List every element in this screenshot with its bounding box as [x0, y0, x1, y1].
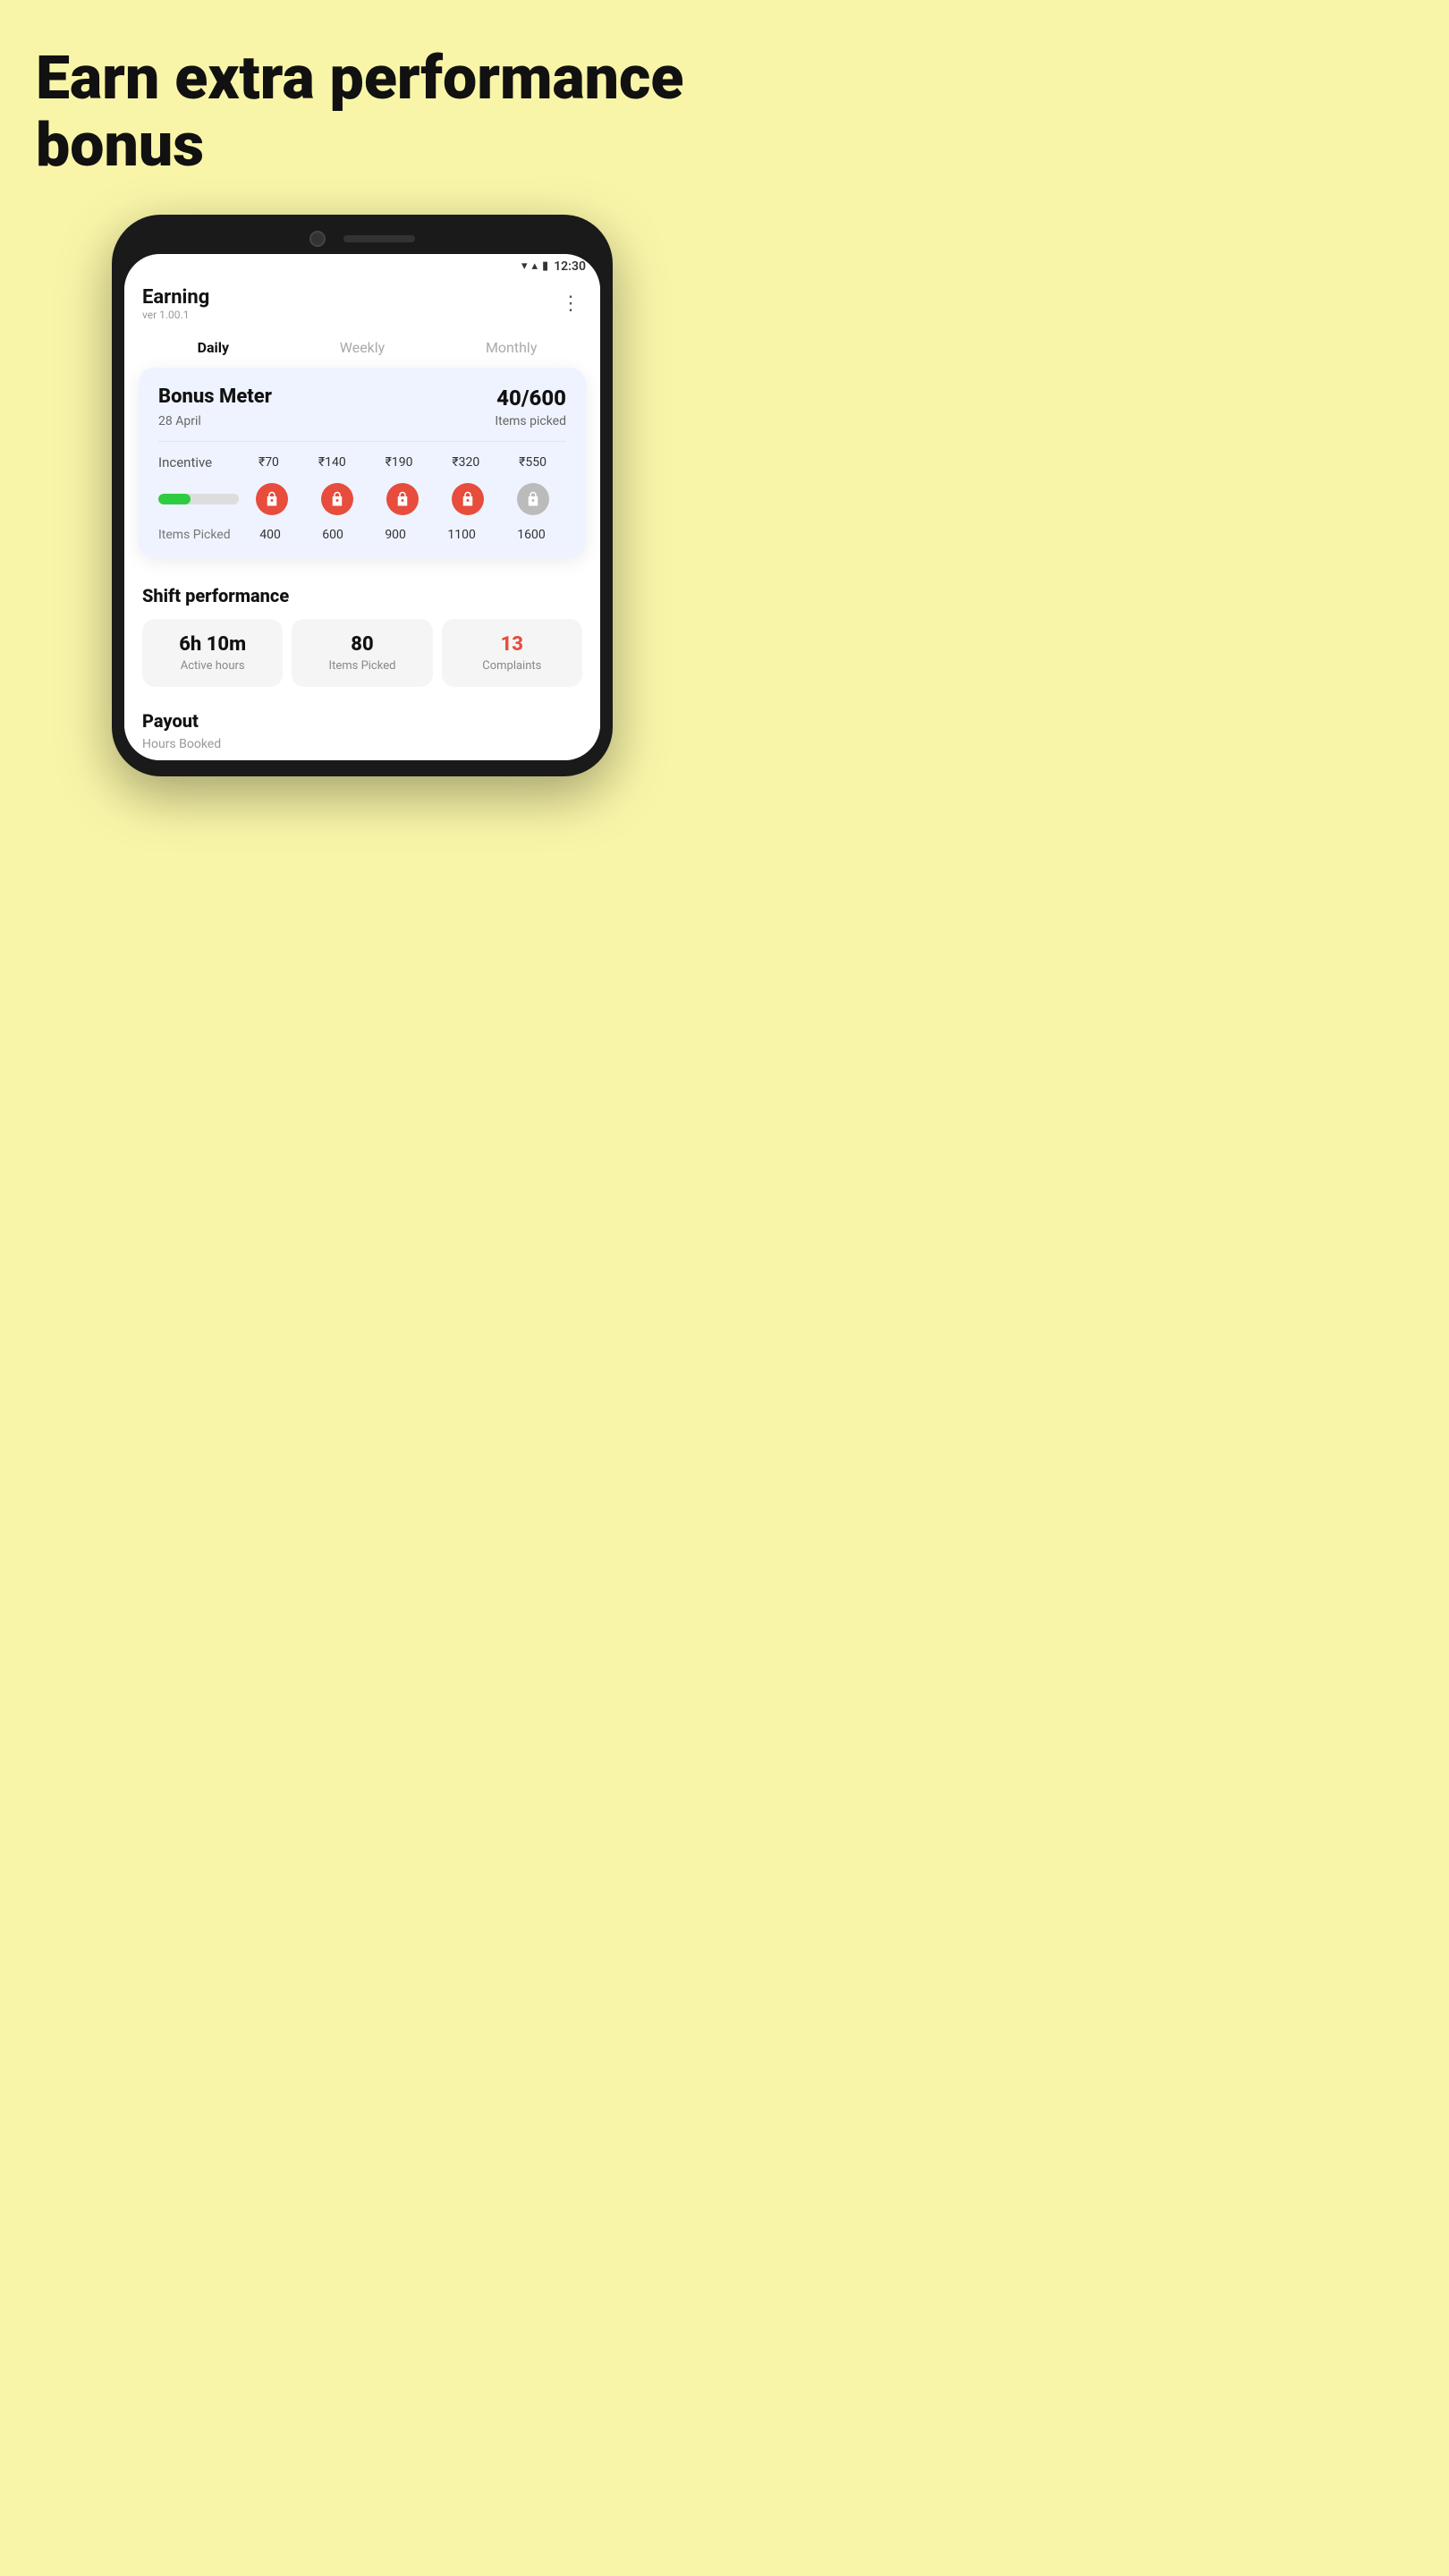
- perf-items-label: Items Picked: [302, 659, 421, 673]
- wifi-icon: ▾: [521, 259, 528, 273]
- performance-cards: 6h 10m Active hours 80 Items Picked 13 C…: [142, 619, 582, 687]
- payout-section: Payout Hours Booked: [124, 696, 600, 760]
- items-picked-val-1: 600: [322, 528, 343, 542]
- items-picked-label: Items Picked: [158, 528, 239, 542]
- bonus-divider: [158, 441, 566, 442]
- hero-headline: Earn extra performance bonus: [36, 45, 689, 179]
- phone-notch: [124, 231, 600, 247]
- lock-icon-1: [256, 483, 288, 515]
- perf-complaints-value: 13: [453, 633, 572, 656]
- perf-complaints-label: Complaints: [453, 659, 572, 673]
- items-picked-val-4: 1600: [517, 528, 545, 542]
- incentive-val-4: ₹550: [519, 455, 547, 470]
- lock-icon-4: [452, 483, 484, 515]
- progress-bar-fill: [158, 494, 191, 504]
- incentive-val-3: ₹320: [452, 455, 479, 470]
- app-header: Earning ver 1.00.1 ⋮: [124, 277, 600, 328]
- hero-section: Earn extra performance bonus: [0, 0, 724, 206]
- incentive-values: ₹70 ₹140 ₹190 ₹320 ₹550: [239, 455, 566, 470]
- progress-row: [158, 483, 566, 515]
- payout-title: Payout: [142, 710, 582, 732]
- phone-outer: ▾ ▴ ▮ 12:30 Earning ver 1.00.1 ⋮ Daily: [112, 215, 613, 776]
- bonus-meter-card: Bonus Meter 40/600 28 April Items picked…: [139, 368, 586, 558]
- phone-mockup: ▾ ▴ ▮ 12:30 Earning ver 1.00.1 ⋮ Daily: [0, 215, 724, 776]
- progress-bar-track: [158, 494, 239, 504]
- bonus-date: 28 April: [158, 414, 201, 428]
- app-title-block: Earning ver 1.00.1: [142, 286, 209, 321]
- perf-card-hours: 6h 10m Active hours: [142, 619, 283, 687]
- phone-screen: ▾ ▴ ▮ 12:30 Earning ver 1.00.1 ⋮ Daily: [124, 254, 600, 760]
- incentive-val-0: ₹70: [258, 455, 279, 470]
- items-picked-values: 400 600 900 1100 1600: [239, 528, 566, 542]
- phone-camera: [309, 231, 326, 247]
- lock-icon-2: [321, 483, 353, 515]
- menu-dots-icon[interactable]: ⋮: [561, 292, 582, 315]
- bonus-items-label: Items picked: [495, 414, 566, 428]
- status-bar: ▾ ▴ ▮ 12:30: [124, 254, 600, 277]
- lock-icon-3: [386, 483, 419, 515]
- perf-active-hours-value: 6h 10m: [153, 633, 272, 656]
- perf-card-items: 80 Items Picked: [292, 619, 432, 687]
- items-picked-val-3: 1100: [447, 528, 475, 542]
- app-version: ver 1.00.1: [142, 309, 209, 321]
- app-title: Earning: [142, 286, 209, 309]
- items-picked-val-0: 400: [259, 528, 281, 542]
- items-picked-val-2: 900: [385, 528, 406, 542]
- status-time: 12:30: [554, 259, 586, 274]
- items-picked-row: Items Picked 400 600 900 1100 1600: [158, 528, 566, 542]
- shift-performance-section: Shift performance 6h 10m Active hours 80…: [124, 569, 600, 696]
- incentive-row: Incentive ₹70 ₹140 ₹190 ₹320 ₹550: [158, 454, 566, 470]
- incentive-val-2: ₹190: [386, 455, 413, 470]
- bonus-meter-title: Bonus Meter: [158, 386, 272, 408]
- battery-icon: ▮: [542, 259, 548, 273]
- lock-icons-row: [239, 483, 566, 515]
- status-icons: ▾ ▴ ▮: [521, 259, 548, 273]
- incentive-label: Incentive: [158, 454, 239, 470]
- payout-subtitle: Hours Booked: [142, 737, 582, 751]
- perf-active-hours-label: Active hours: [153, 659, 272, 673]
- phone-speaker: [343, 235, 415, 242]
- signal-icon: ▴: [532, 259, 538, 273]
- bonus-count: 40/600: [496, 386, 566, 411]
- bonus-card-header: Bonus Meter 40/600: [158, 386, 566, 411]
- incentive-val-1: ₹140: [318, 455, 346, 470]
- shift-performance-title: Shift performance: [142, 585, 582, 606]
- lock-icon-5: [517, 483, 549, 515]
- perf-card-complaints: 13 Complaints: [442, 619, 582, 687]
- perf-items-value: 80: [302, 633, 421, 656]
- bonus-card-wrapper: Bonus Meter 40/600 28 April Items picked…: [124, 359, 600, 569]
